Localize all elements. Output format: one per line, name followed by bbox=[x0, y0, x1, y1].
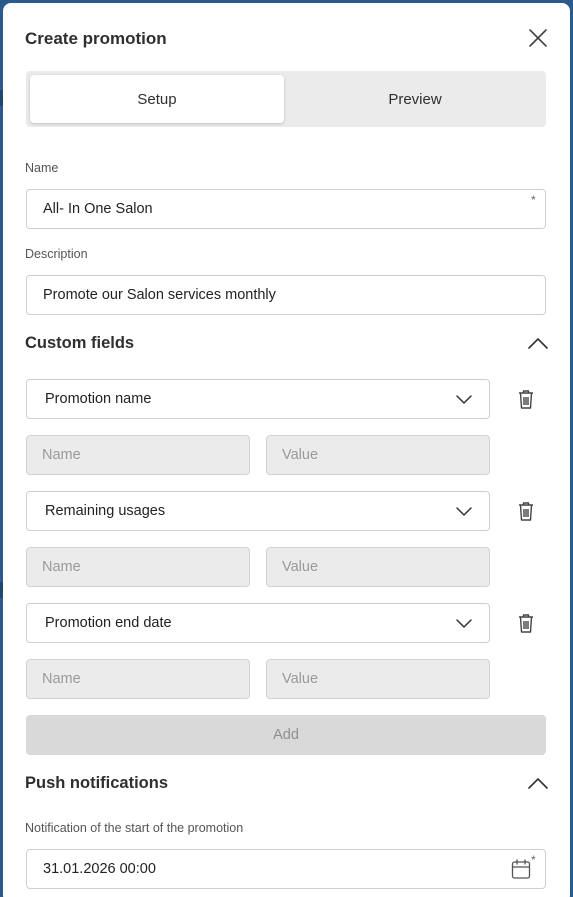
custom-field-name-placeholder: Name bbox=[42, 559, 81, 575]
close-button[interactable] bbox=[525, 25, 551, 51]
custom-field-select[interactable]: Promotion name bbox=[26, 379, 490, 419]
custom-field-select-value: Promotion end date bbox=[45, 615, 172, 631]
required-marker: * bbox=[531, 193, 536, 207]
description-field[interactable]: Promote our Salon services monthly bbox=[26, 275, 546, 315]
add-field-button[interactable]: Add bbox=[26, 715, 546, 755]
custom-field-select-value: Remaining usages bbox=[45, 503, 166, 519]
custom-field-value-placeholder: Value bbox=[282, 559, 319, 575]
trash-icon bbox=[519, 390, 533, 409]
custom-field-select[interactable]: Remaining usages bbox=[26, 491, 490, 531]
trash-icon bbox=[519, 614, 533, 633]
custom-fields-collapse-button[interactable] bbox=[527, 336, 549, 350]
custom-field-value-placeholder: Value bbox=[282, 447, 319, 463]
custom-fields-title: Custom fields bbox=[25, 334, 135, 352]
close-icon bbox=[529, 29, 547, 47]
description-field-value: Promote our Salon services monthly bbox=[43, 287, 276, 303]
add-button-label: Add bbox=[273, 727, 299, 743]
name-field[interactable]: All- In One Salon bbox=[26, 189, 546, 229]
delete-field-button[interactable] bbox=[516, 612, 536, 634]
start-notification-date-value: 31.01.2026 00:00 bbox=[43, 861, 156, 877]
tab-setup[interactable]: Setup bbox=[30, 75, 284, 123]
modal-title: Create promotion bbox=[25, 29, 167, 48]
chevron-up-icon bbox=[528, 338, 548, 349]
custom-field-value-input[interactable]: Value bbox=[266, 547, 490, 587]
name-label: Name bbox=[25, 161, 59, 175]
delete-field-button[interactable] bbox=[516, 500, 536, 522]
custom-field-value-placeholder: Value bbox=[282, 671, 319, 687]
chevron-down-icon bbox=[456, 507, 472, 516]
view-tabs: Setup Preview bbox=[26, 71, 546, 127]
chevron-up-icon bbox=[528, 778, 548, 789]
create-promotion-modal: Create promotion Setup Preview Name All-… bbox=[3, 3, 570, 897]
start-notification-label: Notification of the start of the promoti… bbox=[25, 821, 244, 835]
custom-field-name-input[interactable]: Name bbox=[26, 547, 250, 587]
custom-field-value-input[interactable]: Value bbox=[266, 659, 490, 699]
chevron-down-icon bbox=[456, 619, 472, 628]
tab-preview[interactable]: Preview bbox=[288, 75, 542, 123]
custom-field-select-value: Promotion name bbox=[45, 391, 152, 407]
push-notifications-collapse-button[interactable] bbox=[527, 776, 549, 790]
description-label: Description bbox=[25, 247, 88, 261]
push-notifications-title: Push notifications bbox=[25, 774, 169, 792]
custom-field-name-placeholder: Name bbox=[42, 447, 81, 463]
name-field-value: All- In One Salon bbox=[43, 201, 153, 217]
custom-field-name-placeholder: Name bbox=[42, 671, 81, 687]
custom-field-name-input[interactable]: Name bbox=[26, 435, 250, 475]
custom-field-value-input[interactable]: Value bbox=[266, 435, 490, 475]
delete-field-button[interactable] bbox=[516, 388, 536, 410]
chevron-down-icon bbox=[456, 395, 472, 404]
trash-icon bbox=[519, 502, 533, 521]
required-marker: * bbox=[531, 853, 536, 867]
custom-field-select[interactable]: Promotion end date bbox=[26, 603, 490, 643]
calendar-icon bbox=[511, 859, 531, 879]
custom-field-name-input[interactable]: Name bbox=[26, 659, 250, 699]
calendar-button[interactable] bbox=[511, 858, 531, 880]
start-notification-date-field[interactable]: 31.01.2026 00:00 bbox=[26, 849, 546, 889]
